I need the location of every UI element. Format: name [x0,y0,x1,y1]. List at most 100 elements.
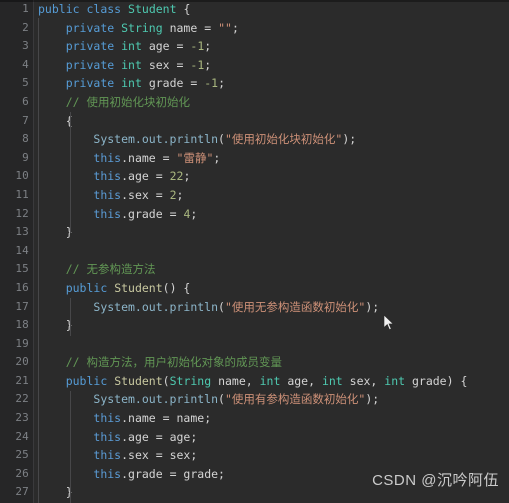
code-line[interactable]: System.out.println("使用初始化块初始化"); [34,130,509,149]
line-number[interactable]: 7 [0,112,33,131]
line-number[interactable]: 15 [0,260,33,279]
line-number[interactable]: 22 [0,390,33,409]
code-line[interactable]: // 使用初始化块初始化 [34,93,509,112]
code-line[interactable]: this.sex = 2; [34,186,509,205]
code-token: ( [162,373,170,388]
code-token: grade [405,373,447,388]
code-line[interactable] [34,335,509,354]
code-line[interactable]: } [34,316,509,335]
code-line[interactable]: } [34,223,509,242]
code-token: Student [128,2,177,16]
code-token: = [169,466,177,481]
line-number[interactable]: 16 [0,279,33,298]
code-token: "" [218,20,232,35]
code-token: .name [121,411,163,426]
line-number[interactable]: 17 [0,298,33,317]
code-token: System.out.println [93,299,219,314]
code-token: .age [121,429,156,444]
code-token: age, [280,373,322,388]
code-line[interactable]: private int age = -1; [34,37,509,56]
code-line[interactable]: this.age = 22; [34,167,509,186]
code-token: .grade [121,206,170,221]
code-token: ; [176,187,184,202]
code-line[interactable]: private String name = ""; [34,19,509,38]
code-line[interactable]: { [34,112,509,131]
line-number[interactable]: 19 [0,335,33,354]
line-number[interactable]: 20 [0,353,33,372]
code-token: "雷静" [176,150,214,165]
line-number[interactable]: 4 [0,56,33,75]
code-line[interactable]: System.out.println("使用有参构造函数初始化"); [34,390,509,409]
line-number[interactable]: 21 [0,372,33,391]
code-token: private [65,57,115,72]
code-token: () { [162,280,191,295]
line-number[interactable]: 11 [0,186,33,205]
code-token: this [93,448,122,463]
code-line[interactable]: public Student() { [34,279,509,298]
code-content[interactable]: public class Student { private String na… [34,0,509,503]
code-token: } [38,318,73,333]
line-number[interactable]: 18 [0,316,33,335]
line-number[interactable]: 27 [0,483,33,502]
line-number[interactable]: 23 [0,409,33,428]
code-token: ; [190,206,198,221]
line-number[interactable]: 1 [0,0,33,19]
code-token: this [93,466,122,481]
code-editor[interactable]: 1 2 3 4 5 6 7 8 9 10 11 12 13 14 15 16 17 18 19 20 21 22 23 24 2… [0,0,509,503]
line-number[interactable]: 6 [0,93,33,112]
code-token: -1 [204,76,219,91]
code-token: "使用无参构造函数初始化" [224,299,366,314]
code-token: = [155,429,163,444]
line-number[interactable]: 3 [0,37,33,56]
line-number[interactable]: 8 [0,130,33,149]
code-token: private [65,76,115,91]
line-number[interactable]: 9 [0,149,33,168]
line-number[interactable]: 5 [0,74,33,93]
code-token: // 使用初始化块初始化 [65,94,190,109]
code-line[interactable]: this.grade = 4; [34,205,509,224]
line-number[interactable]: 26 [0,465,33,484]
line-number[interactable]: 24 [0,428,33,447]
code-token: this [93,150,122,165]
code-line[interactable]: private int grade = -1; [34,74,509,93]
code-line[interactable]: System.out.println("使用无参构造函数初始化"); [34,298,509,317]
line-number[interactable]: 14 [0,242,33,261]
code-token: name, [211,373,260,388]
code-token: ( [218,132,225,147]
code-token: private [65,20,115,35]
line-number[interactable]: 10 [0,167,33,186]
code-token: .sex [121,448,156,463]
code-token: ( [218,299,225,314]
code-line[interactable]: this.age = age; [34,428,509,447]
code-token: age [141,39,177,54]
code-line[interactable]: private int sex = -1; [34,56,509,75]
code-line[interactable]: public class Student { [34,0,509,19]
code-token: name [162,20,205,35]
code-line[interactable]: this.name = name; [34,409,509,428]
line-number[interactable]: 12 [0,205,33,224]
code-token: this [93,206,122,221]
code-line[interactable]: public Student(String name, int age, int… [34,372,509,391]
code-token: public [65,373,108,388]
code-line[interactable]: // 无参构造方法 [34,260,509,279]
code-line[interactable]: this.sex = sex; [34,446,509,465]
line-number[interactable]: 13 [0,223,33,242]
code-line[interactable] [34,242,509,261]
code-token: public [65,280,108,295]
line-number[interactable]: 25 [0,446,33,465]
line-number-gutter[interactable]: 1 2 3 4 5 6 7 8 9 10 11 12 13 14 15 16 17 18 19 20 21 22 23 24 2… [0,0,33,503]
line-number[interactable]: 2 [0,19,33,38]
code-line[interactable]: this.name = "雷静"; [34,149,509,168]
code-line[interactable]: // 构造方法，用户初始化对象的成员变量 [34,353,509,372]
